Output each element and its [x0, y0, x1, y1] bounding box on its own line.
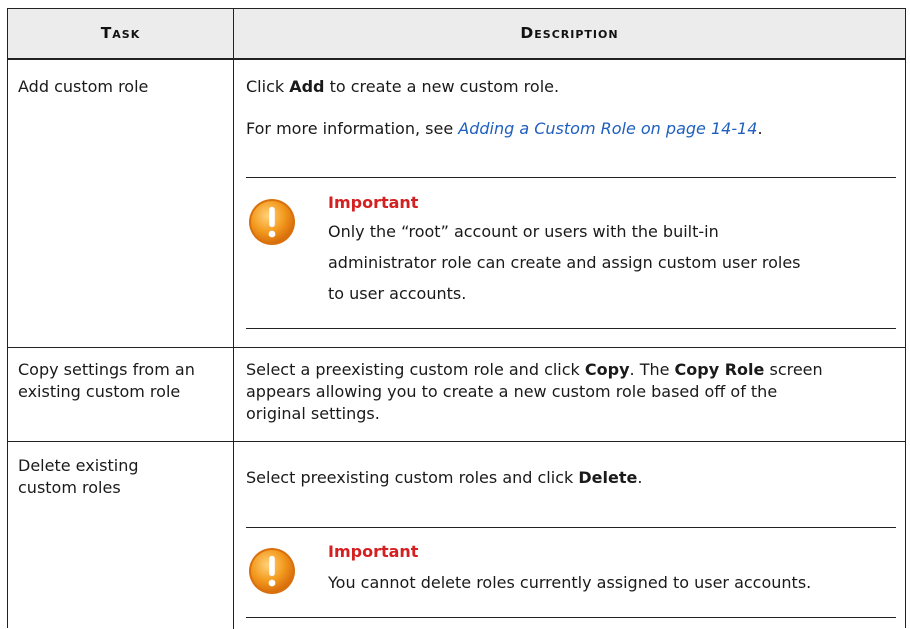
header-description: Description — [520, 24, 619, 42]
row1-task: Add custom role — [18, 77, 149, 96]
note-top-rule — [246, 527, 896, 528]
note-text: You cannot delete roles currently assign… — [328, 573, 812, 592]
row-divider — [8, 441, 905, 442]
note-label: Important — [328, 193, 419, 212]
row1-description: Click Add to create a new custom role. — [246, 77, 560, 96]
row1-info: For more information, see Adding a Custo… — [246, 119, 763, 138]
row3-description: Select preexisting custom roles and clic… — [246, 468, 643, 487]
note-bottom-rule — [246, 328, 896, 329]
note-line-1: Only the “root” account or users with th… — [328, 222, 719, 241]
row3-task-line-2: custom roles — [18, 478, 121, 497]
warning-exclamation-icon — [249, 199, 295, 245]
table-header: Task Description — [8, 9, 905, 60]
row2-description-line-1: Select a preexisting custom role and cli… — [246, 360, 823, 379]
note-line-2: administrator role can create and assign… — [328, 253, 801, 272]
note-line-3: to user accounts. — [328, 284, 467, 303]
row2-task-line-1: Copy settings from an — [18, 360, 195, 379]
row3-task-line-1: Delete existing — [18, 456, 139, 475]
note-top-rule — [246, 177, 896, 178]
row2-description-line-3: original settings. — [246, 404, 380, 423]
task-table: Task Description Add custom role Click A… — [7, 8, 906, 629]
warning-exclamation-icon — [249, 548, 295, 594]
row2-task-line-2: existing custom role — [18, 382, 181, 401]
row-divider — [8, 347, 905, 348]
row2-description-line-2: appears allowing you to create a new cus… — [246, 382, 778, 401]
note-label: Important — [328, 542, 419, 561]
adding-custom-role-link[interactable]: Adding a Custom Role on page 14-14 — [458, 119, 757, 138]
column-divider — [233, 9, 234, 629]
note-bottom-rule — [246, 617, 896, 618]
header-task: Task — [100, 24, 141, 42]
